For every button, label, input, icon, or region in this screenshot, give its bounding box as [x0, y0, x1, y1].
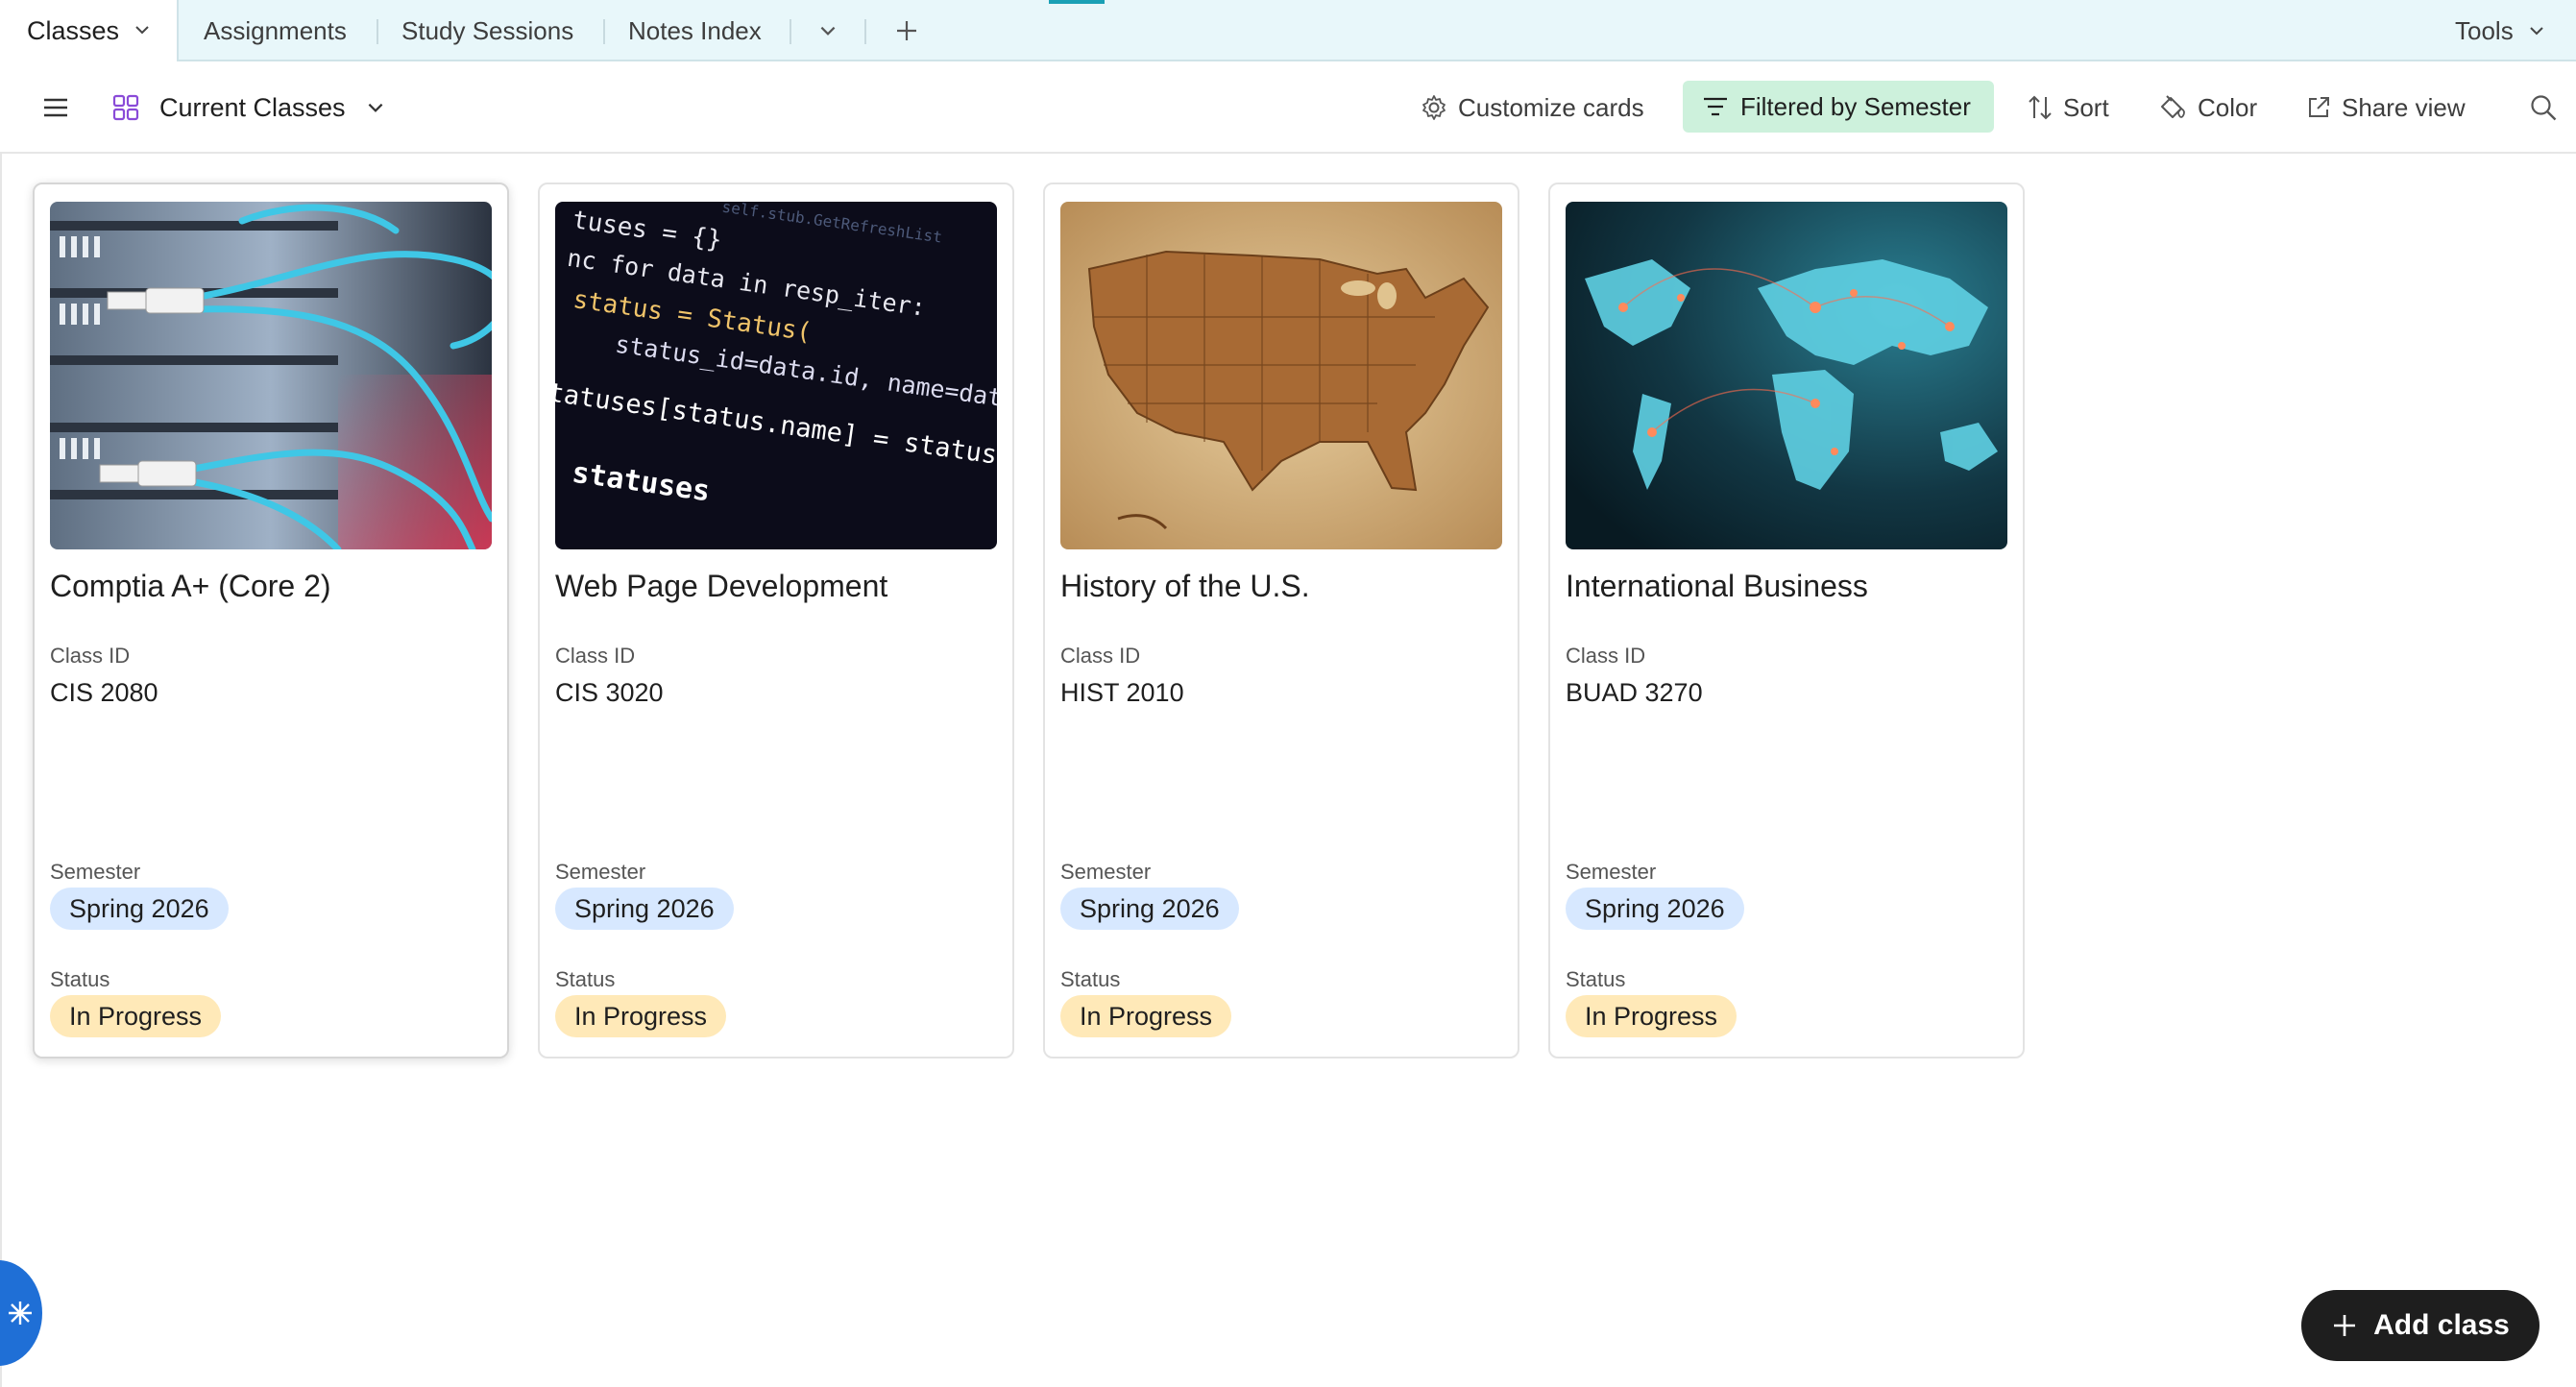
us-map-image — [1060, 202, 1502, 549]
search-icon[interactable] — [2524, 88, 2563, 127]
share-view-button[interactable]: Share view — [2305, 61, 2466, 154]
semester-label: Semester — [1566, 860, 1657, 884]
tab-notes-index[interactable]: Notes Index — [628, 0, 762, 61]
tab-study-sessions[interactable]: Study Sessions — [401, 0, 573, 61]
tab-assignments[interactable]: Assignments — [204, 0, 347, 61]
card-title: Web Page Development — [555, 569, 888, 603]
semester-label: Semester — [50, 860, 141, 884]
color-label: Color — [2198, 92, 2258, 122]
sparkle-icon — [9, 1302, 32, 1325]
sort-button[interactable]: Sort — [2027, 61, 2109, 154]
paint-bucket-icon — [2161, 95, 2185, 118]
semester-chip: Spring 2026 — [50, 888, 229, 930]
filter-lines-icon — [1704, 97, 1727, 116]
content-left-edge — [0, 154, 2, 1387]
add-record-label: Add class — [2373, 1309, 2510, 1341]
status-chip: In Progress — [555, 995, 727, 1037]
gallery-grid-icon — [112, 94, 139, 121]
tab-classes-label: Classes — [27, 15, 120, 45]
view-switcher[interactable]: Current Classes — [111, 61, 386, 154]
semester-label: Semester — [1060, 860, 1152, 884]
view-toolbar: Current Classes Customize cards Filtered… — [0, 61, 2576, 154]
color-button[interactable]: Color — [2157, 61, 2257, 154]
record-card[interactable]: History of the U.S. Class ID HIST 2010 S… — [1043, 182, 1519, 1058]
more-tabs-chevron-icon[interactable] — [809, 12, 847, 50]
code-editor-image: self.stub.GetRefreshList tuses = {} nc f… — [555, 202, 997, 549]
tools-label: Tools — [2455, 15, 2514, 45]
table-tab-bar: Classes Assignments Study Sessions Notes… — [0, 0, 2576, 61]
filter-label: Filtered by Semester — [1740, 91, 1971, 121]
tools-menu[interactable]: Tools — [2455, 0, 2546, 61]
customize-cards-button[interactable]: Customize cards — [1420, 61, 1644, 154]
card-title: International Business — [1566, 569, 1868, 603]
assistant-fab[interactable] — [0, 1260, 42, 1366]
tab-divider — [603, 19, 605, 44]
filter-button[interactable]: Filtered by Semester — [1683, 81, 1994, 133]
chevron-down-icon[interactable] — [133, 16, 152, 46]
card-title: History of the U.S. — [1060, 569, 1310, 603]
status-label: Status — [50, 967, 110, 991]
class-id-label: Class ID — [1060, 644, 1141, 668]
tab-divider — [864, 19, 866, 44]
status-chip: In Progress — [1566, 995, 1738, 1037]
customize-cards-label: Customize cards — [1458, 92, 1644, 122]
server-cables-image — [50, 202, 492, 549]
status-chip: In Progress — [1060, 995, 1232, 1037]
card-cover-image: self.stub.GetRefreshList tuses = {} nc f… — [555, 202, 997, 549]
external-share-icon — [2309, 97, 2329, 117]
sort-arrows-icon — [2029, 95, 2052, 120]
share-view-label: Share view — [2342, 92, 2466, 122]
add-record-button[interactable]: Add class — [2301, 1290, 2540, 1361]
class-id-value: HIST 2010 — [1060, 678, 1184, 707]
tab-accent-marker — [1049, 0, 1105, 4]
class-id-value: BUAD 3270 — [1566, 678, 1703, 707]
class-id-value: CIS 3020 — [555, 678, 664, 707]
card-cover-image — [1060, 202, 1502, 549]
semester-chip: Spring 2026 — [555, 888, 734, 930]
view-name: Current Classes — [159, 92, 346, 122]
status-label: Status — [1060, 967, 1121, 991]
semester-chip: Spring 2026 — [1566, 888, 1744, 930]
card-cover-image — [1566, 202, 2007, 549]
class-id-value: CIS 2080 — [50, 678, 158, 707]
plus-icon — [2334, 1315, 2356, 1336]
chevron-down-icon — [368, 103, 382, 112]
chevron-down-icon — [2529, 27, 2543, 36]
record-card[interactable]: self.stub.GetRefreshList tuses = {} nc f… — [538, 182, 1014, 1058]
class-id-label: Class ID — [555, 644, 636, 668]
tab-study-sessions-label: Study Sessions — [401, 15, 574, 45]
card-title: Comptia A+ (Core 2) — [50, 569, 331, 603]
tab-divider — [790, 19, 791, 44]
tab-classes[interactable]: Classes — [0, 0, 179, 61]
add-table-plus-icon[interactable] — [887, 12, 926, 50]
tab-notes-index-label: Notes Index — [628, 15, 762, 45]
class-id-label: Class ID — [1566, 644, 1646, 668]
semester-chip: Spring 2026 — [1060, 888, 1239, 930]
status-chip: In Progress — [50, 995, 222, 1037]
record-card[interactable]: International Business Class ID BUAD 327… — [1548, 182, 2025, 1058]
hamburger-menu-icon[interactable] — [36, 88, 75, 127]
status-label: Status — [1566, 967, 1626, 991]
tab-assignments-label: Assignments — [204, 15, 347, 45]
world-map-image — [1566, 202, 2007, 549]
record-card[interactable]: Comptia A+ (Core 2) Class ID CIS 2080 Se… — [33, 182, 509, 1058]
gear-icon — [1422, 95, 1446, 120]
status-label: Status — [555, 967, 616, 991]
card-cover-image — [50, 202, 492, 549]
class-id-label: Class ID — [50, 644, 131, 668]
sort-label: Sort — [2063, 92, 2109, 122]
semester-label: Semester — [555, 860, 646, 884]
tab-divider — [377, 19, 378, 44]
